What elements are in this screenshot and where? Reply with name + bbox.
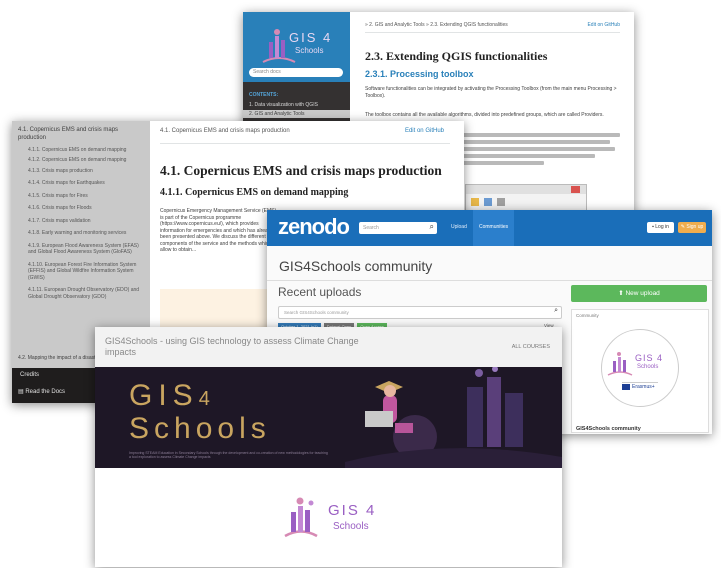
banner-tagline: Improving STEAM Education in Secondary S… bbox=[129, 451, 328, 460]
zenodo-signup-button[interactable]: ✎ Sign up bbox=[678, 222, 706, 233]
ems-sidebar-item-2[interactable]: 4.1.2. Copernicus EMS on demand mapping bbox=[28, 157, 146, 164]
all-courses-link[interactable]: ALL COURSES bbox=[512, 344, 550, 350]
course-screenshot: GIS4Schools - using GIS technology to as… bbox=[95, 327, 562, 567]
ems-breadcrumb: 4.1. Copernicus EMS and crisis maps prod… bbox=[160, 128, 290, 134]
community-search-input[interactable]: Search GIS4Schools community ⌕ bbox=[278, 306, 562, 319]
read-the-docs-link[interactable]: ▤ Read the Docs bbox=[18, 389, 65, 397]
community-logo: GIS 4 Schools Erasmus+ bbox=[601, 329, 679, 407]
ems-sidebar-item-11[interactable]: 4.1.11. European Drought Observatory (ED… bbox=[28, 287, 146, 300]
zenodo-header: zenodo Search ⌕ Upload Communities ▪ Log… bbox=[267, 210, 712, 246]
ems-sidebar-item-3[interactable]: 4.1.3. Crisis maps production bbox=[28, 168, 146, 175]
ems-sidebar-item-6[interactable]: 4.1.6. Crisis maps for Floods bbox=[28, 205, 146, 212]
qgis-search-input[interactable]: Search docs bbox=[249, 68, 343, 77]
community-panel: Community GIS 4 Schools Erasmus+ GIS4Sch… bbox=[571, 309, 709, 433]
qgis-nav-item-2[interactable]: 2. GIS and Analytic Tools bbox=[243, 110, 350, 118]
ems-sidebar-item-1[interactable]: 4.1.1. Copernicus EMS on demand mapping bbox=[28, 147, 146, 154]
zenodo-login-button[interactable]: ▪ Log in bbox=[647, 222, 674, 233]
login-icon: ▪ bbox=[652, 224, 654, 230]
ems-edit-link[interactable]: Edit on GitHub bbox=[405, 128, 444, 136]
zenodo-nav-communities[interactable]: Communities bbox=[473, 210, 515, 246]
ems-sidebar-item-4[interactable]: 4.1.4. Crisis maps for Earthquakes bbox=[28, 180, 146, 187]
banner-schools: Schools bbox=[129, 412, 271, 445]
community-title: GIS4Schools community bbox=[279, 258, 433, 274]
course-header: GIS4Schools - using GIS technology to as… bbox=[95, 327, 562, 367]
zenodo-nav-upload[interactable]: Upload bbox=[451, 224, 467, 230]
qgis-heading: 2.3. Extending QGIS functionalities bbox=[365, 49, 548, 63]
ems-sidebar-item-5[interactable]: 4.1.5. Crisis maps for Fires bbox=[28, 193, 146, 200]
ems-subheading: 4.1.1. Copernicus EMS on demand mapping bbox=[160, 187, 349, 198]
ems-sidebar-item-9[interactable]: 4.1.9. European Flood Awareness System (… bbox=[28, 243, 146, 256]
upload-icon: ⬆ bbox=[618, 290, 624, 297]
qgis-logo-sub: Schools bbox=[295, 46, 324, 55]
ems-sidebar-item-7[interactable]: 4.1.7. Crisis maps validation bbox=[28, 218, 146, 225]
ems-sidebar-list: 4.1. Copernicus EMS and crisis maps prod… bbox=[18, 127, 146, 306]
community-label: Community bbox=[576, 313, 599, 318]
community-name: GIS4Schools community bbox=[576, 426, 641, 432]
ems-sidebar-item-0[interactable]: 4.1. Copernicus EMS and crisis maps prod… bbox=[18, 127, 146, 143]
credits-link[interactable]: Credits bbox=[20, 372, 39, 380]
search-icon: ⌕ bbox=[554, 307, 558, 314]
new-upload-button[interactable]: ⬆ New upload bbox=[571, 285, 707, 302]
qgis-logo-text: GIS 4 bbox=[289, 30, 333, 45]
banner-gis: GIS4 bbox=[129, 379, 216, 412]
qgis-contents-label: CONTENTS: bbox=[249, 92, 279, 98]
ems-paragraph: Copernicus Emergency Management Service … bbox=[160, 208, 277, 253]
qgis-nav-item-1[interactable]: 1. Data visualization with QGIS bbox=[249, 102, 318, 108]
course-title: GIS4Schools - using GIS technology to as… bbox=[105, 336, 359, 357]
recent-uploads-heading: Recent uploads bbox=[278, 285, 362, 299]
banner-illustration bbox=[345, 367, 562, 468]
qgis-paragraph-1: Software functionalities can be integrat… bbox=[365, 86, 617, 99]
qgis-paragraph-2: The toolbox contains all the available a… bbox=[365, 112, 604, 118]
ems-sidebar-item-8[interactable]: 4.1.8. Early warning and monitoring serv… bbox=[28, 230, 146, 237]
zenodo-logo[interactable]: zenodo bbox=[278, 214, 350, 240]
ems-sidebar-item-10[interactable]: 4.1.10. European Forest Fire Information… bbox=[28, 262, 146, 282]
ems-heading: 4.1. Copernicus EMS and crisis maps prod… bbox=[160, 163, 442, 178]
ems-figure bbox=[160, 289, 275, 327]
search-icon: ⌕ bbox=[429, 222, 434, 231]
qgis-edit-link[interactable]: Edit on GitHub bbox=[587, 22, 620, 28]
zenodo-search-input[interactable]: Search ⌕ bbox=[359, 222, 437, 234]
course-banner: GIS4 Schools Improving STEAM Education i… bbox=[95, 367, 562, 468]
qgis-subheading: 2.3.1. Processing toolbox bbox=[365, 69, 474, 79]
course-logo: GIS 4 Schools bbox=[283, 492, 393, 547]
qgis-breadcrumb: » 2. GIS and Analytic Tools » 2.3. Exten… bbox=[365, 22, 508, 28]
pencil-icon: ✎ bbox=[680, 224, 685, 230]
erasmus-logo: Erasmus+ bbox=[622, 382, 658, 392]
